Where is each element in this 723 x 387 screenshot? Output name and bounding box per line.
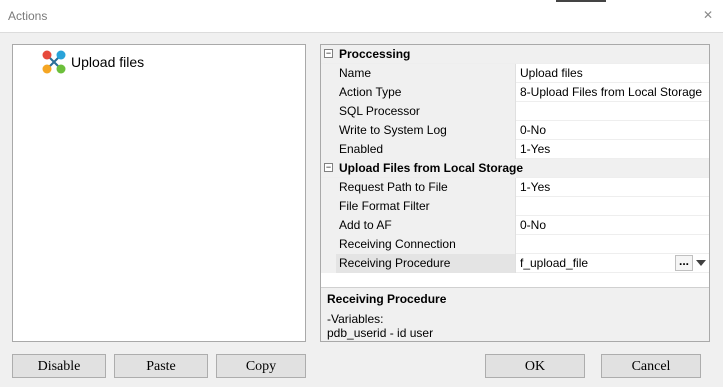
category-label: Proccessing (339, 47, 411, 61)
collapse-icon[interactable]: − (324, 163, 333, 172)
row-gutter (321, 235, 336, 254)
property-row-file-format-filter[interactable]: File Format Filter (321, 197, 709, 216)
property-help-panel: Receiving Procedure -Variables: pdb_user… (321, 287, 709, 341)
property-value[interactable]: 1-Yes (517, 178, 709, 197)
property-row-request-path[interactable]: Request Path to File 1-Yes (321, 178, 709, 197)
property-value[interactable]: 1-Yes (517, 140, 709, 159)
tree-item-label: Upload files (71, 54, 145, 70)
property-name: Enabled (336, 140, 516, 159)
property-name: Action Type (336, 83, 516, 102)
help-line: pdb_userid - id user (327, 326, 434, 340)
cancel-button[interactable]: Cancel (601, 354, 701, 378)
property-row-sql-processor[interactable]: SQL Processor (321, 102, 709, 121)
property-value[interactable]: 0-No (517, 216, 709, 235)
copy-button[interactable]: Copy (216, 354, 306, 378)
property-name: Add to AF (336, 216, 516, 235)
property-value[interactable]: 0-No (517, 121, 709, 140)
property-grid-rows: − Proccessing Name Upload files Action T… (321, 45, 709, 273)
category-label: Upload Files from Local Storage (339, 161, 524, 175)
property-name: Receiving Connection (336, 235, 516, 254)
property-grid[interactable]: − Proccessing Name Upload files Action T… (320, 44, 710, 342)
row-gutter (321, 121, 336, 140)
property-value[interactable] (517, 235, 709, 254)
row-gutter (321, 254, 336, 273)
property-value[interactable]: Upload files (517, 64, 709, 83)
property-row-name[interactable]: Name Upload files (321, 64, 709, 83)
property-name: SQL Processor (336, 102, 516, 121)
window-title: Actions (8, 9, 48, 23)
property-name: Name (336, 64, 516, 83)
property-row-receiving-procedure[interactable]: Receiving Procedure f_upload_file ... (321, 254, 709, 273)
paste-button[interactable]: Paste (114, 354, 208, 378)
property-value[interactable] (517, 102, 709, 121)
row-gutter (321, 140, 336, 159)
close-icon[interactable]: ✕ (703, 8, 713, 22)
row-gutter (321, 102, 336, 121)
property-name: Receiving Procedure (336, 254, 516, 273)
actions-tree[interactable]: Upload files (12, 44, 306, 342)
property-row-action-type[interactable]: Action Type 8-Upload Files from Local St… (321, 83, 709, 102)
property-value[interactable]: 8-Upload Files from Local Storage (517, 83, 709, 102)
row-gutter (321, 64, 336, 83)
disable-button[interactable]: Disable (12, 354, 106, 378)
property-row-write-to-system-log[interactable]: Write to System Log 0-No (321, 121, 709, 140)
category-row-upload-files[interactable]: − Upload Files from Local Storage (321, 159, 709, 178)
property-value[interactable] (517, 197, 709, 216)
tree-item-upload-files[interactable]: Upload files (41, 49, 144, 75)
row-gutter (321, 197, 336, 216)
row-gutter (321, 216, 336, 235)
property-row-enabled[interactable]: Enabled 1-Yes (321, 140, 709, 159)
title-bar: Actions ✕ (0, 0, 723, 33)
collapse-icon[interactable]: − (324, 49, 333, 58)
app-cross-icon (42, 50, 66, 74)
property-name: Request Path to File (336, 178, 516, 197)
row-gutter (321, 83, 336, 102)
dropdown-arrow-icon[interactable] (696, 260, 706, 266)
category-row-proccessing[interactable]: − Proccessing (321, 45, 709, 64)
property-name: File Format Filter (336, 197, 516, 216)
help-line: -Variables: (327, 312, 384, 326)
property-row-receiving-connection[interactable]: Receiving Connection (321, 235, 709, 254)
ok-button[interactable]: OK (485, 354, 585, 378)
row-gutter (321, 178, 336, 197)
help-title: Receiving Procedure (327, 292, 447, 306)
property-row-add-to-af[interactable]: Add to AF 0-No (321, 216, 709, 235)
title-bar-mark (556, 0, 606, 2)
property-name: Write to System Log (336, 121, 516, 140)
ellipsis-button[interactable]: ... (675, 255, 693, 271)
